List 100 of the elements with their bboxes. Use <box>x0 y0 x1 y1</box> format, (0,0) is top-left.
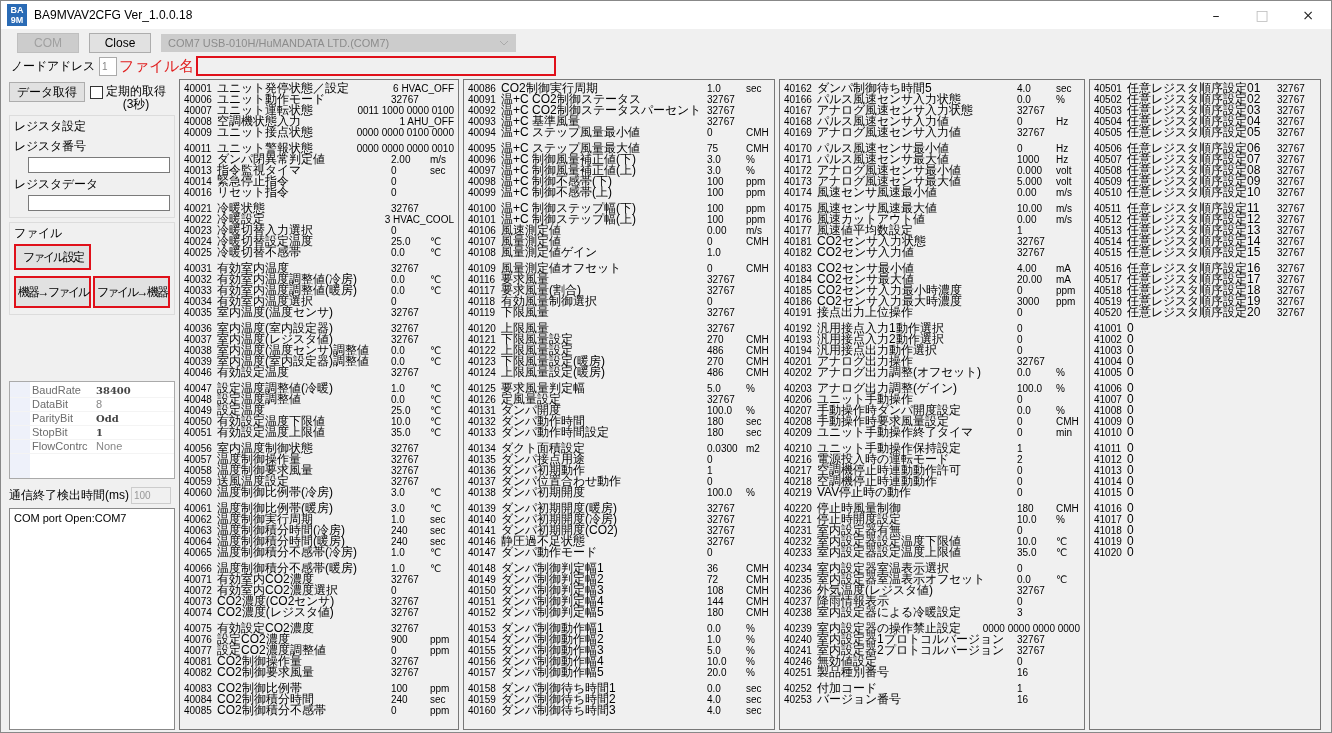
register-name: ダンパ制御判定幅1 <box>501 563 604 574</box>
register-name: ダンパ制御動作幅5 <box>501 667 604 678</box>
register-name: 温度制御要求風量 <box>217 465 313 476</box>
register-name: 0 <box>1127 476 1134 487</box>
input-field[interactable] <box>28 157 170 173</box>
register-value: 10.0 <box>391 416 412 427</box>
register-value: 2.00 <box>391 154 412 165</box>
register-value: 900 <box>391 634 409 645</box>
register-number: 40108 <box>468 247 497 258</box>
register-value: 32767 <box>707 307 736 318</box>
register-name: 冷暖設定 <box>217 214 265 225</box>
register-value: 32767 <box>1277 116 1306 127</box>
register-number: 40172 <box>784 165 813 176</box>
window-control[interactable]: × <box>1285 1 1331 29</box>
register-value: 0 <box>391 187 398 198</box>
register-name: 風量測定値ゲイン <box>501 247 597 258</box>
register-name: 緊急停止指令 <box>217 176 289 187</box>
register-name: 有効設定温度上限値 <box>217 427 325 438</box>
register-value: 0000 0000 0000 0000 <box>982 623 1080 634</box>
register-name: 温+C 制御風量補正値(上) <box>501 165 636 176</box>
register-value: 100.0 <box>1017 383 1044 394</box>
register-value: 32767 <box>391 574 420 585</box>
register-number: 40058 <box>184 465 213 476</box>
register-value: 32767 <box>391 623 420 634</box>
register-name: 外気温度(レジスタ値) <box>817 585 933 596</box>
register-value: 32767 <box>391 596 420 607</box>
file-button[interactable]: ファイル設定 <box>14 244 91 270</box>
property-value[interactable]: None <box>94 440 123 453</box>
register-unit: % <box>1056 94 1066 105</box>
register-name: 温+C 制御ステップ幅(下) <box>501 203 636 214</box>
register-name: 空調機停止時連動動作 <box>817 476 937 487</box>
register-unit: ppm <box>430 645 451 656</box>
register-value: 32767 <box>1277 214 1306 225</box>
register-number: 40066 <box>184 563 213 574</box>
register-number: 40081 <box>184 656 213 667</box>
register-unit: sec <box>1056 83 1073 94</box>
register-number: 40132 <box>468 416 497 427</box>
register-value: 0 <box>707 236 714 247</box>
property-value[interactable]: 8 <box>94 398 103 411</box>
register-name: 0 <box>1127 514 1134 525</box>
register-number: 40509 <box>1094 176 1123 187</box>
register-number: 40064 <box>184 536 213 547</box>
register-number: 40183 <box>784 263 813 274</box>
register-name: アナログ風速センサ入力値 <box>817 127 961 138</box>
register-name: 任意レジスタ順序設定11 <box>1127 203 1260 214</box>
register-unit: ℃ <box>1056 536 1069 547</box>
register-name: 風量測定値オフセット <box>501 263 621 274</box>
register-number: 40220 <box>784 503 813 514</box>
register-number: 40134 <box>468 443 497 454</box>
register-name: 上限風量 <box>501 323 549 334</box>
register-value: 32767 <box>391 367 420 378</box>
file-name-field[interactable] <box>196 56 556 76</box>
window-control[interactable]: – <box>1193 1 1239 29</box>
register-unit: mA <box>1056 274 1072 285</box>
register-name: 設定温度 <box>217 405 265 416</box>
register-value: 32767 <box>391 263 420 274</box>
close-button[interactable]: Close <box>89 33 151 53</box>
register-number: 40160 <box>468 705 497 716</box>
register-number: 40194 <box>784 345 813 356</box>
file-button[interactable]: ファイル→機器 <box>93 276 170 308</box>
register-value: 32767 <box>1017 585 1046 596</box>
input-field[interactable] <box>28 195 170 211</box>
register-value: 32767 <box>1277 105 1306 116</box>
register-value: 72 <box>707 574 720 585</box>
register-number: 40140 <box>468 514 497 525</box>
register-name: CO2センサ最小値 <box>817 263 914 274</box>
register-value: 0.0 <box>1017 94 1032 105</box>
register-unit: sec <box>430 165 447 176</box>
register-unit: volt <box>1056 165 1073 176</box>
periodic-checkbox[interactable] <box>90 86 103 99</box>
property-value[interactable]: 1 <box>94 426 103 439</box>
register-number: 40236 <box>784 585 813 596</box>
register-unit: % <box>746 634 756 645</box>
register-number: 40120 <box>468 323 497 334</box>
property-value[interactable]: 38400 <box>94 384 131 397</box>
register-name: 下限風量設定 <box>501 334 573 345</box>
register-number: 40168 <box>784 116 813 127</box>
register-number: 40071 <box>184 574 213 585</box>
register-name: 温+C 制御風量補正値(下) <box>501 154 636 165</box>
register-value: 270 <box>707 356 725 367</box>
fetch-data-button[interactable]: データ取得 <box>9 82 85 102</box>
register-value: 3.0 <box>391 487 406 498</box>
register-name: 0 <box>1127 443 1134 454</box>
register-name: ダンパ制御動作幅4 <box>501 656 604 667</box>
register-name: 室内温度(室内設定器) <box>217 323 333 334</box>
file-button[interactable]: 機器→ファイル <box>14 276 91 308</box>
register-value: 0.00 <box>1017 187 1038 198</box>
register-name: ユニット警報状態 <box>217 143 313 154</box>
register-name: 任意レジスタ順序設定02 <box>1127 94 1261 105</box>
register-number: 40100 <box>468 203 497 214</box>
register-name: 要求風量 <box>501 274 549 285</box>
register-name: ダンパ制御動作幅1 <box>501 623 604 634</box>
property-value[interactable]: Odd <box>94 412 119 425</box>
register-value: 0 <box>1017 476 1024 487</box>
register-value: 35.0 <box>391 427 412 438</box>
register-value: 32767 <box>1277 94 1306 105</box>
register-value: 32767 <box>391 203 420 214</box>
register-number: 40039 <box>184 356 213 367</box>
register-name: パルス風速センサ最小値 <box>817 143 949 154</box>
node-address-field[interactable]: 1 <box>99 56 117 76</box>
